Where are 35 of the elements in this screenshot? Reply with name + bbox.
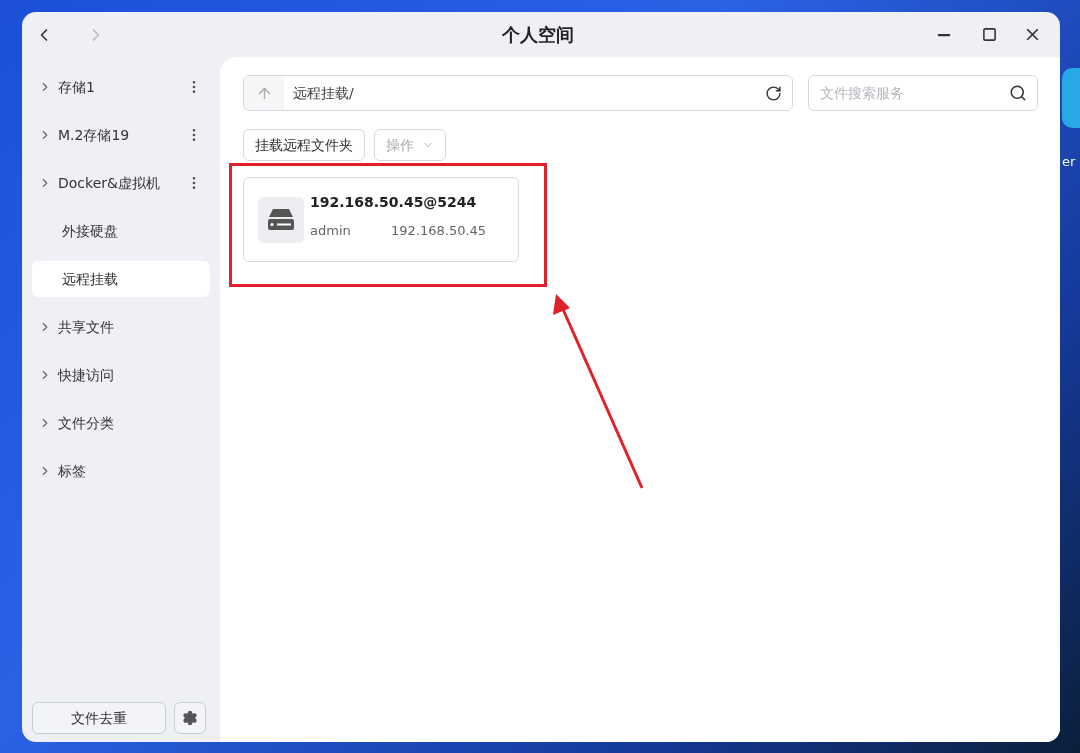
- sidebar-item-label: 共享文件: [58, 317, 114, 337]
- sidebar-item[interactable]: Docker&虚拟机: [32, 165, 210, 201]
- sidebar-item[interactable]: 共享文件: [32, 309, 210, 345]
- mount-user: admin: [310, 222, 352, 241]
- drive-icon: [258, 196, 304, 243]
- mount-card[interactable]: 192.168.50.45@5244 admin 192.168.50.45: [243, 177, 519, 262]
- sidebar-item-label: 存储1: [58, 77, 95, 97]
- sidebar-item[interactable]: 存储1: [32, 69, 210, 105]
- sidebar-item-label: 快捷访问: [58, 365, 114, 385]
- mount-folder-button[interactable]: 挂载远程文件夹: [243, 129, 365, 161]
- sidebar-item-label: 文件分类: [58, 413, 114, 433]
- sidebar-item-label: 远程挂载: [62, 269, 118, 289]
- sidebar-item[interactable]: 文件分类: [32, 405, 210, 441]
- refresh-icon[interactable]: [765, 84, 782, 102]
- path-field[interactable]: 远程挂载/: [243, 75, 793, 111]
- sidebar-item-label: 标签: [58, 461, 86, 481]
- desktop-icon-label: er: [1062, 153, 1076, 171]
- dedupe-button[interactable]: 文件去重: [32, 702, 166, 734]
- sidebar-item[interactable]: 标签: [32, 453, 210, 489]
- sidebar-item-label: M.2存储19: [58, 125, 130, 145]
- settings-button[interactable]: [174, 702, 206, 734]
- mount-host: 192.168.50.45: [391, 222, 487, 241]
- sidebar-item-label: 外接硬盘: [62, 221, 118, 241]
- sidebar-item[interactable]: M.2存储19: [32, 117, 210, 153]
- sidebar-item[interactable]: 外接硬盘: [32, 213, 210, 249]
- mount-name: 192.168.50.45@5244: [310, 193, 478, 213]
- gear-icon[interactable]: [182, 710, 198, 726]
- maximize-button[interactable]: [982, 27, 997, 42]
- window-title: 个人空间: [502, 23, 574, 47]
- sidebar-item[interactable]: 远程挂载: [32, 261, 210, 297]
- sidebar-item[interactable]: 快捷访问: [32, 357, 210, 393]
- sidebar-item-label: Docker&虚拟机: [58, 173, 160, 193]
- path-text: 远程挂载/: [293, 83, 354, 103]
- search-field[interactable]: 文件搜索服务: [808, 75, 1038, 111]
- search-icon[interactable]: [1009, 84, 1027, 102]
